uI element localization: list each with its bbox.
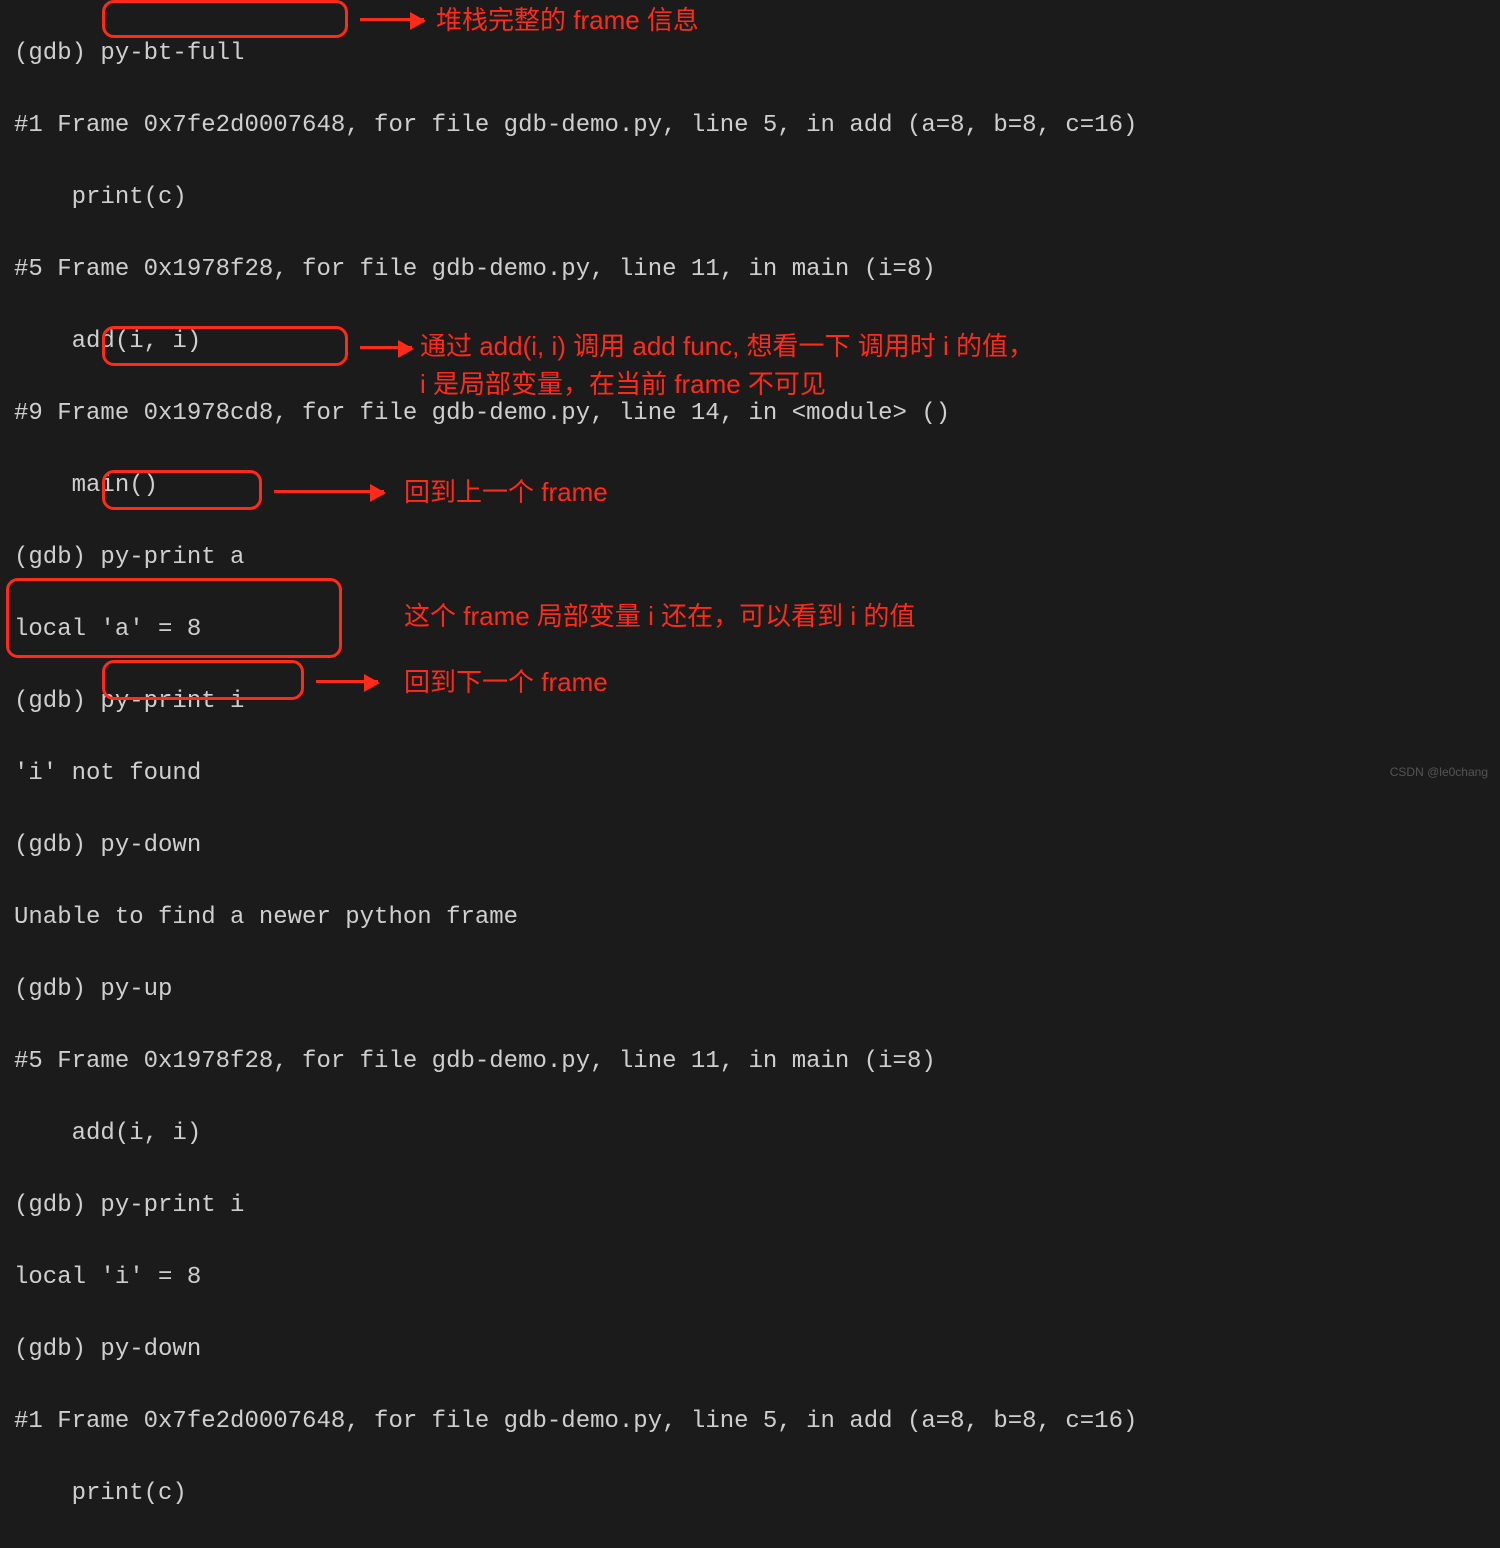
output-i-not-found: 'i' not found (14, 756, 1486, 792)
arrow-icon (274, 490, 384, 493)
cmd-py-bt-full: py-bt-full (100, 40, 244, 67)
highlight-box-pyprint-i2 (6, 578, 342, 658)
cmd-py-print-i-2: py-print i (100, 1192, 244, 1219)
annotation-pyprint-i-l2: i 是局部变量，在当前 frame 不可见 (420, 368, 826, 402)
cmd-py-down-2: py-down (100, 1336, 201, 1363)
annotation-pydown: 回到下一个 frame (404, 666, 608, 700)
gdb-prompt[interactable]: (gdb) (14, 832, 100, 859)
frame-line-code: print(c) (14, 1476, 1486, 1512)
gdb-prompt[interactable]: (gdb) (14, 1336, 100, 1363)
gdb-prompt[interactable]: (gdb) (14, 688, 100, 715)
arrow-icon (360, 18, 424, 21)
frame-line: #1 Frame 0x7fe2d0007648, for file gdb-de… (14, 1404, 1486, 1440)
highlight-box-pybtfull (102, 0, 348, 38)
gdb-prompt[interactable]: (gdb) (14, 1192, 100, 1219)
output-local-i: local 'i' = 8 (14, 1260, 1486, 1296)
frame-line-code: print(c) (14, 180, 1486, 216)
highlight-box-pyup (102, 470, 262, 510)
annotation-pyprint-i-l1: 通过 add(i, i) 调用 add func, 想看一下 调用时 i 的值， (420, 330, 1034, 364)
watermark: CSDN @le0chang (1390, 754, 1488, 790)
terminal-output: (gdb) py-bt-full #1 Frame 0x7fe2d0007648… (0, 0, 1500, 1548)
gdb-prompt[interactable]: (gdb) (14, 976, 100, 1003)
cmd-py-up: py-up (100, 976, 172, 1003)
annotation-local-i: 这个 frame 局部变量 i 还在，可以看到 i 的值 (404, 600, 915, 634)
frame-line: #1 Frame 0x7fe2d0007648, for file gdb-de… (14, 108, 1486, 144)
output-no-newer-frame: Unable to find a newer python frame (14, 900, 1486, 936)
gdb-prompt[interactable]: (gdb) (14, 544, 100, 571)
annotation-pyup: 回到上一个 frame (404, 476, 608, 510)
cmd-py-down: py-down (100, 832, 201, 859)
arrow-icon (360, 346, 412, 349)
frame-line: #5 Frame 0x1978f28, for file gdb-demo.py… (14, 252, 1486, 288)
arrow-icon (316, 680, 378, 683)
annotation-pybtfull: 堆栈完整的 frame 信息 (436, 4, 699, 38)
frame-line-code: add(i, i) (14, 1116, 1486, 1152)
highlight-box-pyprint-i (102, 326, 348, 366)
gdb-prompt[interactable]: (gdb) (14, 40, 100, 67)
highlight-box-pydown (102, 660, 304, 700)
cmd-py-print-a: py-print a (100, 544, 244, 571)
frame-line: #5 Frame 0x1978f28, for file gdb-demo.py… (14, 1044, 1486, 1080)
